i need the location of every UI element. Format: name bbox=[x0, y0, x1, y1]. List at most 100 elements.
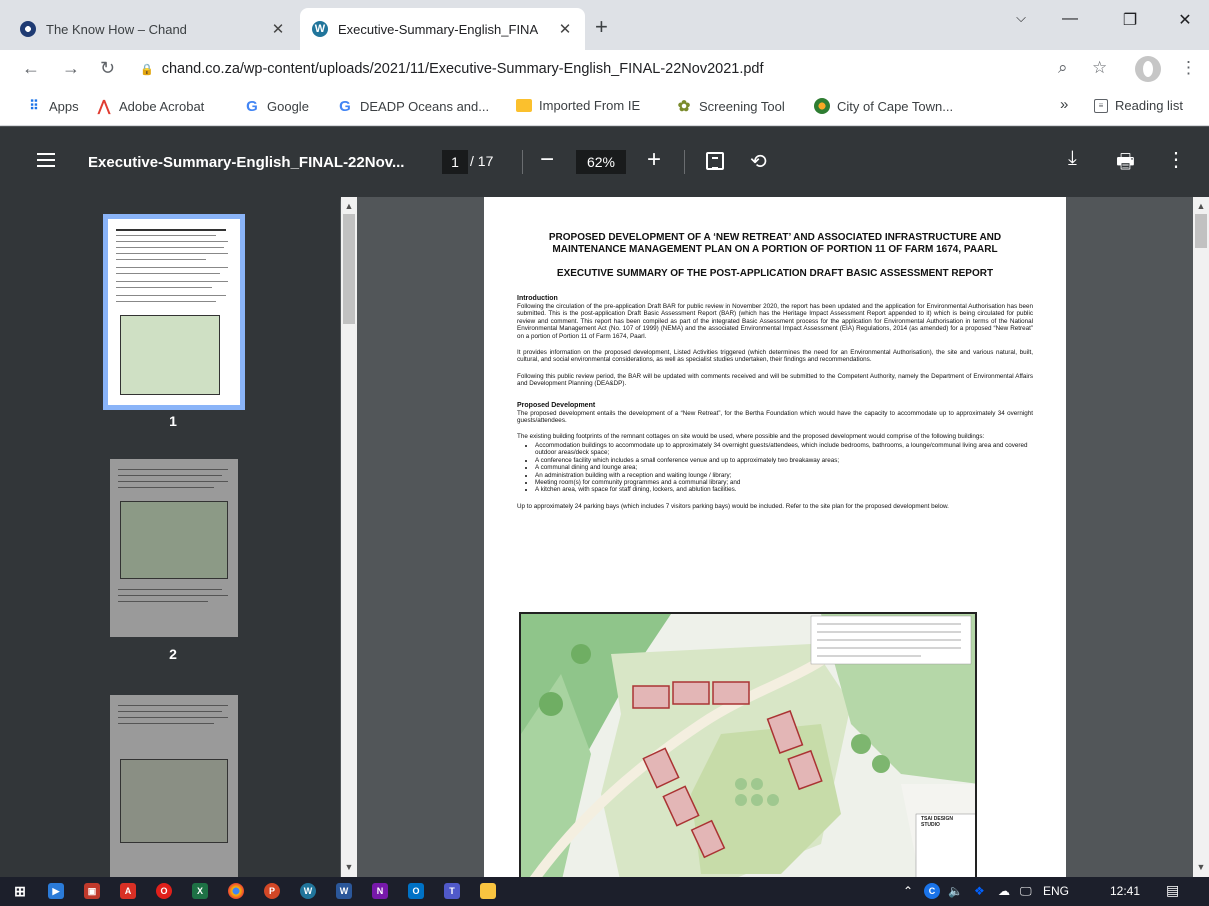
outlook-icon[interactable]: O bbox=[408, 883, 424, 899]
bookmarks-overflow-button[interactable]: » bbox=[1060, 96, 1068, 113]
reading-list-label: Reading list bbox=[1115, 98, 1183, 113]
bookmark-adobe-acrobat[interactable]: ⋀ Adobe Acrobat bbox=[96, 98, 204, 115]
tab-executive-summary[interactable]: W Executive-Summary-English_FINA ✕ bbox=[300, 8, 585, 50]
tab-know-how[interactable]: The Know How – Chand ✕ bbox=[8, 8, 298, 50]
google-icon: G bbox=[339, 97, 351, 115]
tab-search-icon[interactable]: ⌵ bbox=[1006, 10, 1036, 26]
scroll-down-arrow-icon[interactable]: ▼ bbox=[1194, 862, 1208, 872]
restore-icon[interactable]: ❐ bbox=[1115, 10, 1145, 30]
pdf-page-1: PROPOSED DEVELOPMENT OF A ‘NEW RETREAT’ … bbox=[484, 197, 1066, 877]
excel-icon[interactable]: X bbox=[192, 883, 208, 899]
new-tab-button[interactable]: + bbox=[595, 16, 608, 38]
print-icon[interactable]: 🖶 bbox=[1116, 147, 1135, 181]
buildings-list: Accommodation buildings to accommodate u… bbox=[517, 442, 1033, 494]
page-number-input[interactable]: 1 bbox=[442, 150, 468, 174]
folder-icon bbox=[516, 99, 532, 112]
tab-title: Executive-Summary-English_FINA bbox=[338, 21, 539, 37]
profile-avatar[interactable] bbox=[1135, 56, 1161, 82]
teams-icon[interactable]: T bbox=[444, 883, 460, 899]
close-tab-icon[interactable]: ✕ bbox=[557, 20, 573, 38]
pdf-toolbar: Executive-Summary-English_FINAL-22Nov...… bbox=[0, 127, 1209, 197]
powerpoint-icon[interactable]: P bbox=[264, 883, 280, 899]
paragraph: Up to approximately 24 parking bays (whi… bbox=[517, 502, 949, 510]
language-indicator[interactable]: ENG bbox=[1043, 884, 1069, 898]
menu-icon[interactable]: ⋮ bbox=[1180, 58, 1197, 78]
zoom-icon[interactable]: ⌕ bbox=[1058, 58, 1068, 78]
reading-list-button[interactable]: ≡ Reading list bbox=[1094, 98, 1183, 113]
back-icon[interactable]: ← bbox=[22, 58, 40, 78]
page-thumbnail-3[interactable] bbox=[110, 695, 238, 877]
forward-icon[interactable]: → bbox=[62, 58, 80, 78]
paragraph: The existing building footprints of the … bbox=[517, 433, 985, 441]
fit-to-page-icon[interactable] bbox=[706, 152, 724, 170]
scroll-up-arrow-icon[interactable]: ▲ bbox=[342, 201, 356, 211]
windows-start-icon[interactable]: ⊞ bbox=[12, 883, 28, 899]
document-subtitle: EXECUTIVE SUMMARY OF THE POST-APPLICATIO… bbox=[556, 268, 994, 279]
address-bar[interactable]: 🔒 chand.co.za/wp-content/uploads/2021/11… bbox=[136, 54, 1026, 84]
section-heading-proposed-development: Proposed Development bbox=[517, 401, 596, 409]
chrome-icon[interactable] bbox=[228, 883, 244, 899]
google-icon: G bbox=[246, 97, 258, 115]
list-item: Accommodation buildings to accommodate u… bbox=[535, 442, 1033, 457]
zoom-in-button[interactable]: + bbox=[647, 147, 661, 173]
page-total: / 17 bbox=[470, 153, 494, 169]
url-text[interactable]: chand.co.za/wp-content/uploads/2021/11/E… bbox=[162, 61, 764, 77]
presentation-app-icon[interactable]: ▣ bbox=[84, 883, 100, 899]
bookmark-label: Apps bbox=[49, 98, 79, 114]
reload-icon[interactable]: ↻ bbox=[100, 58, 115, 78]
download-icon[interactable]: ⤓ bbox=[1068, 147, 1077, 170]
minimize-icon[interactable]: — bbox=[1055, 10, 1085, 28]
close-window-icon[interactable]: ✕ bbox=[1170, 10, 1200, 30]
document-heading-line1: PROPOSED DEVELOPMENT OF A ‘NEW RETREAT’ … bbox=[548, 232, 1002, 243]
page-thumbnail-1[interactable] bbox=[103, 214, 245, 410]
clock[interactable]: 12:41 bbox=[1110, 884, 1140, 898]
site-plan-studio-label: TSAI DESIGN STUDIO bbox=[921, 816, 953, 828]
file-explorer-icon[interactable] bbox=[480, 883, 496, 899]
browser-toolbar: ← → ↻ 🔒 chand.co.za/wp-content/uploads/2… bbox=[0, 50, 1209, 88]
sidebar-scrollbar-thumb[interactable] bbox=[343, 214, 355, 324]
notifications-icon[interactable]: ▤ bbox=[1166, 882, 1179, 899]
paragraph: It provides information on the proposed … bbox=[517, 349, 1033, 364]
rotate-icon[interactable]: ⟲ bbox=[750, 149, 767, 174]
toolbar-divider bbox=[522, 150, 523, 174]
tray-expand-icon[interactable]: ⌃ bbox=[903, 884, 913, 898]
bookmark-imported-from-ie[interactable]: Imported From IE bbox=[516, 98, 640, 113]
media-player-icon[interactable]: ▶ bbox=[48, 883, 64, 899]
onenote-icon[interactable]: N bbox=[372, 883, 388, 899]
opera-icon[interactable]: O bbox=[156, 883, 172, 899]
more-actions-icon[interactable]: ⋮ bbox=[1166, 147, 1186, 172]
wheel-favicon-icon bbox=[20, 21, 36, 37]
list-item: A kitchen area, with space for staff din… bbox=[535, 486, 1033, 493]
document-scrollbar-thumb[interactable] bbox=[1195, 214, 1207, 248]
close-tab-icon[interactable]: ✕ bbox=[270, 20, 286, 38]
volume-icon[interactable]: 🔈 bbox=[948, 884, 963, 898]
zoom-out-button[interactable]: − bbox=[540, 147, 554, 173]
bookmark-label: Imported From IE bbox=[539, 98, 641, 113]
apps-grid-icon: ⠿ bbox=[29, 98, 39, 113]
scroll-up-arrow-icon[interactable]: ▲ bbox=[1194, 201, 1208, 211]
sidebar-menu-icon[interactable] bbox=[37, 153, 55, 167]
document-scrollbar[interactable] bbox=[1193, 197, 1209, 877]
paragraph: Following this public review period, the… bbox=[517, 372, 1033, 388]
pdf-viewer[interactable]: PROPOSED DEVELOPMENT OF A ‘NEW RETREAT’ … bbox=[357, 197, 1193, 877]
network-icon[interactable]: 🖵 bbox=[1020, 884, 1032, 899]
page-thumbnail-2[interactable] bbox=[110, 459, 238, 637]
tray-app-icon[interactable]: C bbox=[924, 883, 940, 899]
bookmark-star-icon[interactable]: ☆ bbox=[1092, 58, 1107, 78]
dropbox-icon[interactable]: ❖ bbox=[974, 884, 985, 898]
zoom-level-input[interactable]: 62% bbox=[576, 150, 626, 174]
scroll-down-arrow-icon[interactable]: ▼ bbox=[342, 862, 356, 872]
bookmark-city-of-cape-town[interactable]: City of Cape Town... bbox=[814, 98, 953, 114]
bookmark-screening-tool[interactable]: ✿ Screening Tool bbox=[676, 98, 785, 115]
bookmark-label: Google bbox=[267, 98, 309, 114]
bookmark-google[interactable]: G Google bbox=[244, 97, 309, 115]
bookmark-deadp-oceans[interactable]: G DEADP Oceans and... bbox=[337, 97, 489, 115]
acrobat-taskbar-icon[interactable]: A bbox=[120, 883, 136, 899]
document-title: Executive-Summary-English_FINAL-22Nov... bbox=[88, 154, 405, 171]
paragraph: The proposed development entails the dev… bbox=[517, 409, 1033, 425]
onedrive-icon[interactable]: ☁ bbox=[998, 884, 1010, 898]
word-icon[interactable]: W bbox=[336, 883, 352, 899]
wordpress-taskbar-icon[interactable]: W bbox=[300, 883, 316, 899]
bookmark-apps[interactable]: ⠿ Apps bbox=[26, 98, 79, 114]
site-plan-drawing bbox=[521, 614, 975, 877]
